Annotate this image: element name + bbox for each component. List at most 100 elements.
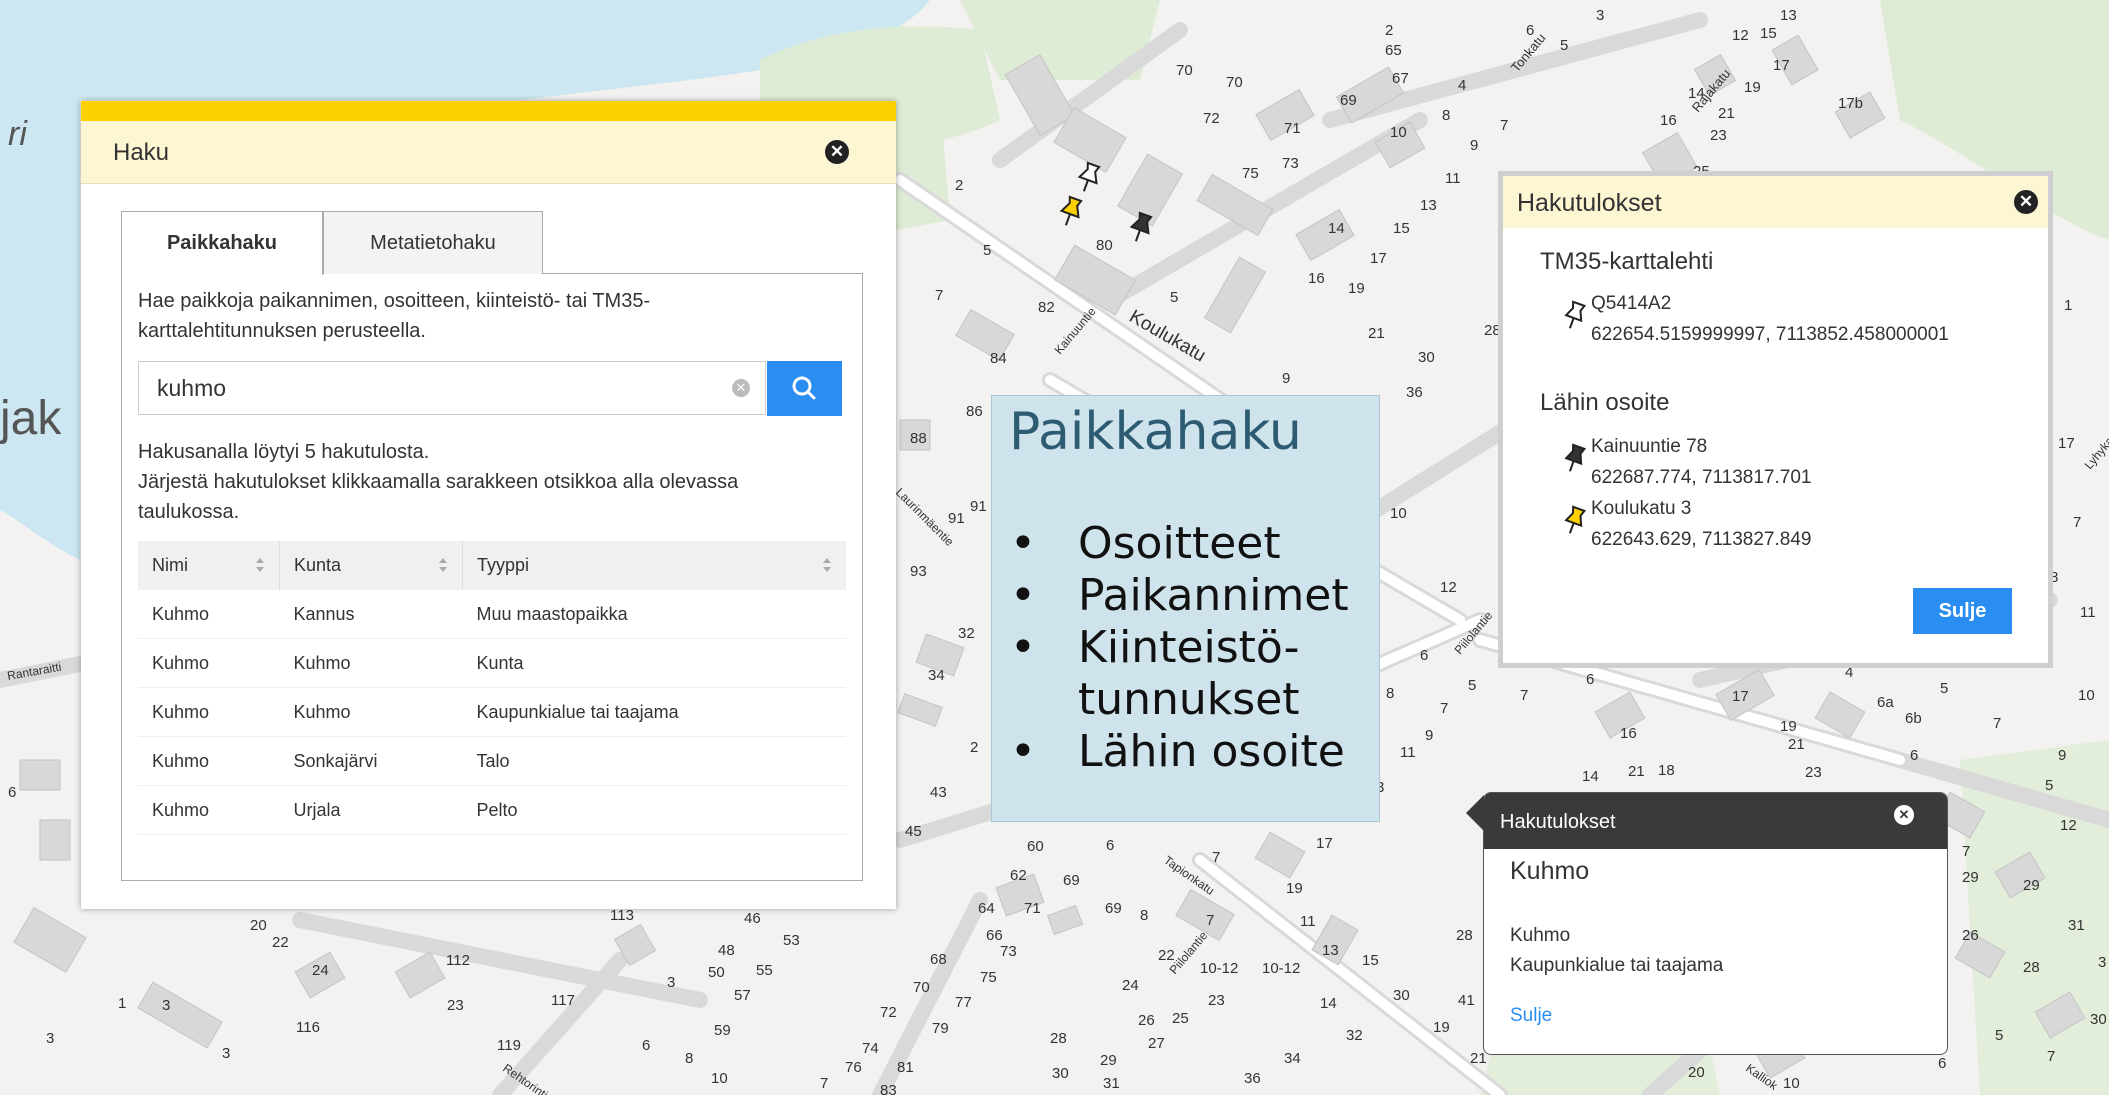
svg-text:26: 26: [1138, 1012, 1155, 1029]
svg-text:5: 5: [1995, 1027, 2003, 1044]
svg-text:32: 32: [958, 625, 975, 642]
table-row[interactable]: Kuhmo Kannus Muu maastopaikka: [138, 590, 846, 639]
svg-text:10: 10: [1390, 505, 1407, 522]
close-icon[interactable]: ✕: [1894, 805, 1914, 825]
svg-text:119: 119: [497, 1037, 521, 1054]
svg-text:22: 22: [272, 934, 289, 951]
table-row[interactable]: Kuhmo Kuhmo Kaupunkialue tai taajama: [138, 687, 846, 737]
svg-text:7: 7: [2073, 514, 2081, 531]
svg-text:21: 21: [1470, 1050, 1487, 1067]
svg-text:6: 6: [1420, 647, 1428, 664]
svg-text:50: 50: [708, 964, 725, 981]
column-header-tyyppi[interactable]: Tyyppi: [462, 541, 846, 590]
svg-text:19: 19: [1286, 880, 1303, 897]
close-link[interactable]: Sulje: [1510, 1005, 1552, 1027]
sort-icon: [256, 558, 264, 572]
tm35-name: Q5414A2: [1591, 293, 1672, 314]
svg-text:14: 14: [1328, 220, 1345, 237]
svg-text:91: 91: [970, 498, 987, 515]
svg-text:55: 55: [756, 962, 773, 979]
svg-text:117: 117: [551, 992, 575, 1009]
svg-text:12: 12: [2060, 817, 2077, 834]
svg-text:64: 64: [978, 900, 995, 917]
svg-text:13: 13: [1322, 942, 1339, 959]
point-results-panel: Hakutulokset ✕ TM35-karttalehti Q5414A2 …: [1498, 171, 2053, 668]
sort-icon: [823, 558, 831, 572]
close-icon[interactable]: ✕: [2014, 190, 2038, 214]
svg-text:68: 68: [930, 951, 947, 968]
svg-text:14: 14: [1582, 768, 1599, 785]
map-label: jak: [0, 392, 62, 445]
svg-text:7: 7: [1520, 687, 1528, 704]
search-button[interactable]: [767, 361, 842, 416]
svg-text:6b: 6b: [1905, 710, 1922, 727]
svg-text:86: 86: [966, 403, 983, 420]
svg-text:8: 8: [685, 1050, 693, 1067]
sort-icon: [439, 558, 447, 572]
tab-metatietohaku[interactable]: Metatietohaku: [323, 211, 543, 274]
table-row[interactable]: Kuhmo Sonkajärvi Talo: [138, 736, 846, 786]
svg-text:7: 7: [1500, 117, 1508, 134]
svg-text:65: 65: [1385, 42, 1402, 59]
svg-text:66: 66: [986, 927, 1003, 944]
svg-text:71: 71: [1024, 900, 1041, 917]
svg-text:7: 7: [1212, 849, 1220, 866]
address-name: Kainuuntie 78: [1591, 436, 1708, 457]
overlay-feature-list: • Osoitteet • Paikannimet • Kiinteistö- tun…: [992, 518, 1349, 778]
search-icon: [792, 376, 816, 400]
search-panel: Haku ✕ Paikkahaku Metatietohaku Hae paik…: [81, 101, 896, 909]
table-row[interactable]: Kuhmo Kuhmo Kunta: [138, 638, 846, 688]
svg-text:7: 7: [2047, 1048, 2055, 1065]
search-input[interactable]: kuhmo: [138, 361, 766, 415]
address-coordinates: 622687.774, 7113817.701: [1591, 467, 1812, 488]
svg-text:17: 17: [1370, 250, 1387, 267]
column-header-nimi[interactable]: Nimi: [138, 541, 280, 590]
svg-text:13: 13: [1780, 7, 1797, 24]
address-coordinates: 622643.629, 7113827.849: [1591, 529, 1812, 550]
svg-text:8: 8: [1140, 907, 1148, 924]
svg-text:7: 7: [1440, 700, 1448, 717]
panel-header: Haku ✕: [81, 121, 896, 184]
svg-text:48: 48: [718, 942, 735, 959]
svg-text:8: 8: [1442, 107, 1450, 124]
clear-icon[interactable]: ✕: [732, 379, 750, 397]
svg-text:45: 45: [905, 823, 922, 840]
panel-title: Haku: [113, 139, 170, 166]
list-item: • Paikannimet: [1010, 570, 1349, 621]
result-count: Hakusanalla löytyi 5 hakutulosta.: [138, 441, 430, 463]
svg-text:30: 30: [1418, 349, 1435, 366]
svg-text:28: 28: [1456, 927, 1473, 944]
list-item: • Lähin osoite: [1010, 726, 1345, 777]
results-table: Nimi Kunta Tyyppi Kuhmo Kannus Muu maastop…: [138, 541, 846, 835]
svg-text:21: 21: [1368, 325, 1385, 342]
map-pin-black-icon: [1564, 443, 1587, 472]
svg-text:19: 19: [1348, 280, 1365, 297]
close-icon[interactable]: ✕: [825, 140, 849, 164]
tab-paikkahaku[interactable]: Paikkahaku: [121, 211, 323, 275]
svg-text:14: 14: [1320, 995, 1337, 1012]
svg-text:6a: 6a: [1877, 694, 1894, 711]
svg-text:81: 81: [897, 1059, 914, 1076]
panel-top-bar: [81, 101, 896, 121]
svg-text:30: 30: [2090, 1011, 2107, 1028]
svg-text:8: 8: [1386, 685, 1394, 702]
svg-text:5: 5: [1560, 37, 1568, 54]
overlay-heading: Paikkahaku: [1009, 402, 1302, 462]
svg-text:11: 11: [1400, 744, 1416, 761]
close-button[interactable]: Sulje: [1913, 588, 2012, 634]
list-item: • Kiinteistö-: [1010, 622, 1300, 673]
result-municipality: Kuhmo: [1510, 925, 1571, 946]
svg-text:5: 5: [983, 242, 991, 259]
svg-text:23: 23: [1805, 764, 1822, 781]
svg-text:9: 9: [1425, 727, 1433, 744]
svg-text:3: 3: [2098, 954, 2106, 971]
svg-text:91: 91: [948, 510, 965, 527]
svg-text:24: 24: [1122, 977, 1139, 994]
svg-text:84: 84: [990, 350, 1007, 367]
address-name: Koulukatu 3: [1591, 498, 1692, 519]
table-row[interactable]: Kuhmo Urjala Pelto: [138, 785, 846, 835]
sort-hint: Järjestä hakutulokset klikkaamalla sarak…: [138, 471, 739, 523]
svg-text:24: 24: [312, 962, 329, 979]
svg-text:3: 3: [46, 1030, 54, 1047]
column-header-kunta[interactable]: Kunta: [279, 541, 463, 590]
